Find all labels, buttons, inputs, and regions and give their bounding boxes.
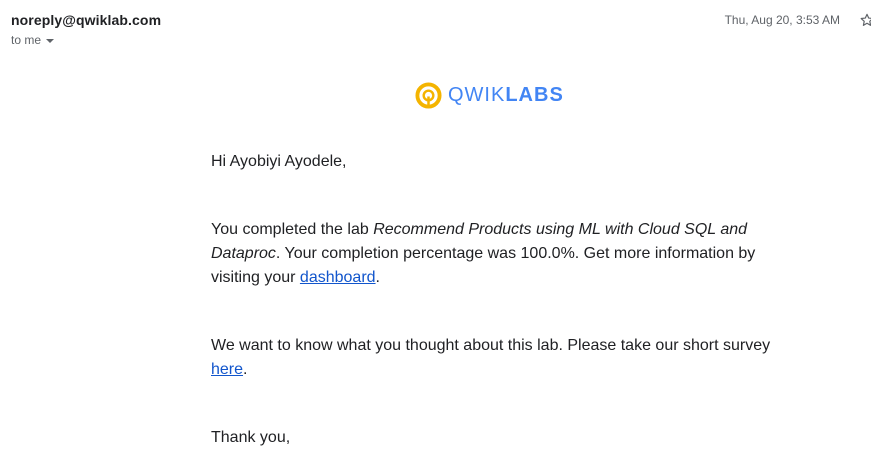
completion-paragraph: You completed the lab Recommend Products…	[211, 218, 771, 290]
logo-wordmark: QWIKLABS	[448, 82, 564, 109]
logo-text-bold: LABS	[505, 84, 564, 106]
message-timestamp: Thu, Aug 20, 3:53 AM	[724, 13, 840, 27]
completion-text-prefix: You completed the lab	[211, 221, 374, 238]
message-body: Hi Ayobiyi Ayodele, You completed the la…	[211, 150, 771, 450]
closing: Thank you,	[211, 429, 291, 446]
completion-text-suffix: .	[375, 269, 380, 286]
recipient-details-toggle[interactable]: to me	[11, 33, 55, 47]
greeting: Hi Ayobiyi Ayodele,	[211, 153, 347, 170]
survey-text-suffix: .	[243, 361, 248, 378]
chevron-down-icon	[46, 38, 55, 43]
completion-text-middle: . Your completion percentage was 100.0%.…	[211, 245, 756, 286]
dashboard-link[interactable]: dashboard	[300, 269, 376, 286]
qwiklabs-logo: QWIKLABS	[415, 82, 564, 109]
star-icon[interactable]	[859, 12, 871, 28]
recipient-label: to me	[11, 33, 42, 47]
sender-address[interactable]: noreply@qwiklab.com	[11, 12, 161, 28]
qwiklabs-logo-icon	[415, 82, 442, 109]
email-view: noreply@qwiklab.com to me Thu, Aug 20, 3…	[0, 0, 871, 450]
logo-text-light: QWIK	[448, 84, 506, 106]
survey-text-prefix: We want to know what you thought about t…	[211, 337, 771, 354]
survey-paragraph: We want to know what you thought about t…	[211, 334, 771, 382]
survey-link[interactable]: here	[211, 361, 243, 378]
